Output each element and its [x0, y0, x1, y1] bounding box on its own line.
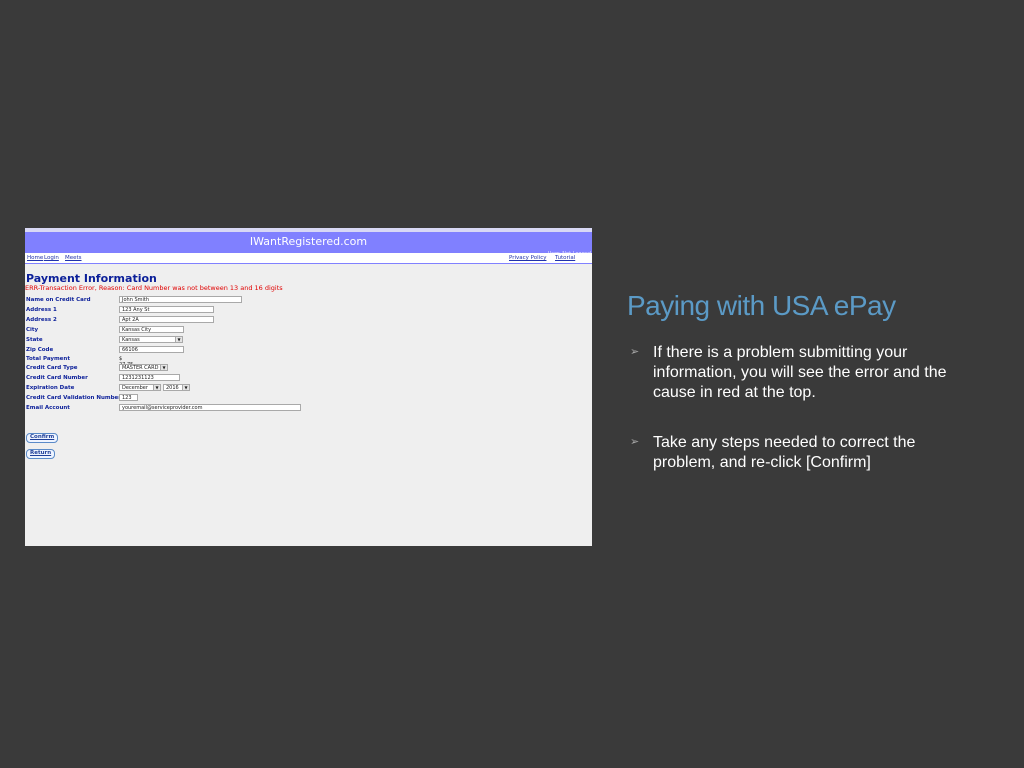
nav-login-link[interactable]: Login — [44, 255, 59, 261]
chevron-down-icon[interactable]: ▼ — [182, 385, 189, 390]
arrow-bullet-icon: ➢ — [630, 346, 640, 358]
address2-label: Address 2 — [26, 317, 57, 323]
expiration-month-value: December — [122, 385, 148, 391]
bullet-item-1: ➢ If there is a problem submitting your … — [630, 343, 950, 403]
expiration-year-value: 2016 — [166, 385, 179, 391]
card-type-select[interactable]: MASTER CARD ▼ — [119, 364, 168, 371]
bullet-text-1: If there is a problem submitting your in… — [653, 344, 947, 401]
card-number-label: Credit Card Number — [26, 375, 88, 381]
confirm-button[interactable]: Confirm — [26, 433, 59, 443]
address2-input[interactable]: Apt 2A — [119, 316, 214, 323]
city-label: City — [26, 327, 39, 333]
cvv-input[interactable]: 123 — [119, 394, 138, 401]
chevron-down-icon[interactable]: ▼ — [175, 337, 182, 342]
expiration-month-select[interactable]: December ▼ — [119, 384, 161, 391]
site-header: IWantRegistered.com User: Not Logged — [25, 228, 592, 257]
nav-meets-link[interactable]: Meets — [65, 255, 82, 261]
email-input[interactable]: youremail@serviceprovider.com — [119, 404, 301, 411]
chevron-down-icon[interactable]: ▼ — [160, 365, 167, 370]
name-label: Name on Credit Card — [26, 297, 91, 303]
site-title: IWantRegistered.com — [249, 235, 368, 248]
address1-input[interactable]: 123 Any St — [119, 306, 214, 313]
return-button[interactable]: Return — [26, 449, 56, 459]
zip-label: Zip Code — [26, 347, 54, 353]
expiration-label: Expiration Date — [26, 385, 75, 391]
nav-privacy-link[interactable]: Privacy Policy — [509, 255, 546, 261]
site-navbar: Home Login Meets Privacy Policy Tutorial — [25, 253, 592, 264]
city-input[interactable]: Kansas City — [119, 326, 184, 333]
chevron-down-icon[interactable]: ▼ — [153, 385, 160, 390]
bullet-text-2: Take any steps needed to correct the pro… — [653, 434, 916, 471]
zip-input[interactable]: 66106 — [119, 346, 184, 353]
name-input[interactable]: John Smith — [119, 296, 242, 303]
card-type-value: MASTER CARD — [122, 365, 159, 371]
card-type-label: Credit Card Type — [26, 365, 78, 371]
state-label: State — [26, 337, 43, 343]
error-message: ERR-Transaction Error, Reason: Card Numb… — [25, 284, 283, 292]
arrow-bullet-icon: ➢ — [630, 436, 640, 448]
cvv-label: Credit Card Validation Number — [26, 395, 121, 401]
nav-tutorial-link[interactable]: Tutorial — [555, 255, 575, 261]
address1-label: Address 1 — [26, 307, 57, 313]
state-select[interactable]: Kansas ▼ — [119, 336, 183, 343]
website-screenshot: IWantRegistered.com User: Not Logged Hom… — [25, 228, 592, 546]
total-label: Total Payment — [26, 356, 70, 362]
nav-home-link[interactable]: Home — [27, 255, 43, 261]
bullet-item-2: ➢ Take any steps needed to correct the p… — [630, 433, 950, 473]
expiration-year-select[interactable]: 2016 ▼ — [163, 384, 190, 391]
email-label: Email Account — [26, 405, 70, 411]
slide-title: Paying with USA ePay — [627, 290, 896, 321]
card-number-input[interactable]: 1231231123 — [119, 374, 180, 381]
state-value: Kansas — [122, 337, 140, 343]
